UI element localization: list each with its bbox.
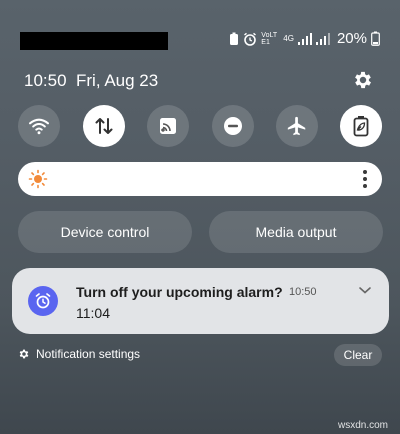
chevron-down-icon[interactable] bbox=[358, 285, 372, 295]
sun-icon bbox=[28, 169, 48, 189]
status-bar: VoLTE1 4G 20% bbox=[0, 28, 400, 52]
battery-icon bbox=[371, 31, 380, 46]
redacted-block bbox=[20, 32, 168, 50]
airplane-tile[interactable] bbox=[276, 105, 318, 147]
brightness-more-options-icon[interactable] bbox=[362, 170, 368, 188]
quick-settings-row bbox=[18, 105, 382, 147]
notification-settings-label: Notification settings bbox=[36, 347, 141, 361]
date-label: Fri, Aug 23 bbox=[76, 71, 159, 90]
status-icons: VoLTE1 4G 20% bbox=[229, 30, 380, 47]
signal-network-status: 4G bbox=[283, 33, 294, 43]
wifi-icon bbox=[29, 118, 49, 135]
alarm-notification-card[interactable]: Turn off your upcoming alarm? 10:50 11:0… bbox=[12, 268, 389, 334]
gear-icon bbox=[19, 349, 29, 359]
watermark: wsxdn.com bbox=[337, 420, 388, 431]
volte-status-icon: VoLTE1 bbox=[261, 31, 278, 46]
signal-strength-icon-1 bbox=[297, 32, 312, 45]
cast-icon bbox=[160, 118, 176, 134]
airplane-icon bbox=[287, 116, 306, 136]
notification-body: 11:04 bbox=[76, 305, 110, 321]
network-type-label: 4G bbox=[283, 33, 294, 43]
do-not-disturb-tile[interactable] bbox=[211, 105, 254, 147]
alarm-status-icon bbox=[243, 32, 257, 46]
qs-header: 10:50 Fri, Aug 23 bbox=[24, 71, 374, 93]
device-control-label: Device control bbox=[60, 224, 150, 240]
mobile-data-icon bbox=[95, 118, 112, 134]
settings-gear-icon[interactable] bbox=[352, 69, 374, 91]
media-output-button[interactable]: Media output bbox=[209, 211, 383, 253]
clock-date: 10:50 Fri, Aug 23 bbox=[24, 71, 158, 91]
battery-saver-status-icon bbox=[229, 32, 239, 46]
signal-strength-icon-2 bbox=[315, 32, 330, 45]
alarm-clock-icon bbox=[28, 286, 58, 316]
notification-time: 10:50 bbox=[289, 286, 317, 298]
battery-saver-icon bbox=[353, 116, 369, 137]
notification-settings-link[interactable]: Notification settings bbox=[18, 347, 140, 361]
clear-button[interactable]: Clear bbox=[334, 344, 382, 366]
brightness-slider[interactable] bbox=[18, 162, 382, 196]
device-control-button[interactable]: Device control bbox=[18, 211, 192, 253]
do-not-disturb-icon bbox=[223, 117, 242, 135]
clock-time: 10:50 bbox=[24, 71, 67, 90]
clear-label: Clear bbox=[343, 348, 373, 362]
battery-percent: 20% bbox=[336, 30, 367, 47]
battery-saver-tile[interactable] bbox=[340, 105, 382, 147]
cast-tile[interactable] bbox=[147, 105, 189, 147]
media-output-label: Media output bbox=[255, 224, 337, 240]
notification-title: Turn off your upcoming alarm? bbox=[76, 284, 283, 300]
mobile-data-tile[interactable] bbox=[82, 105, 125, 147]
wifi-tile[interactable] bbox=[18, 105, 60, 147]
